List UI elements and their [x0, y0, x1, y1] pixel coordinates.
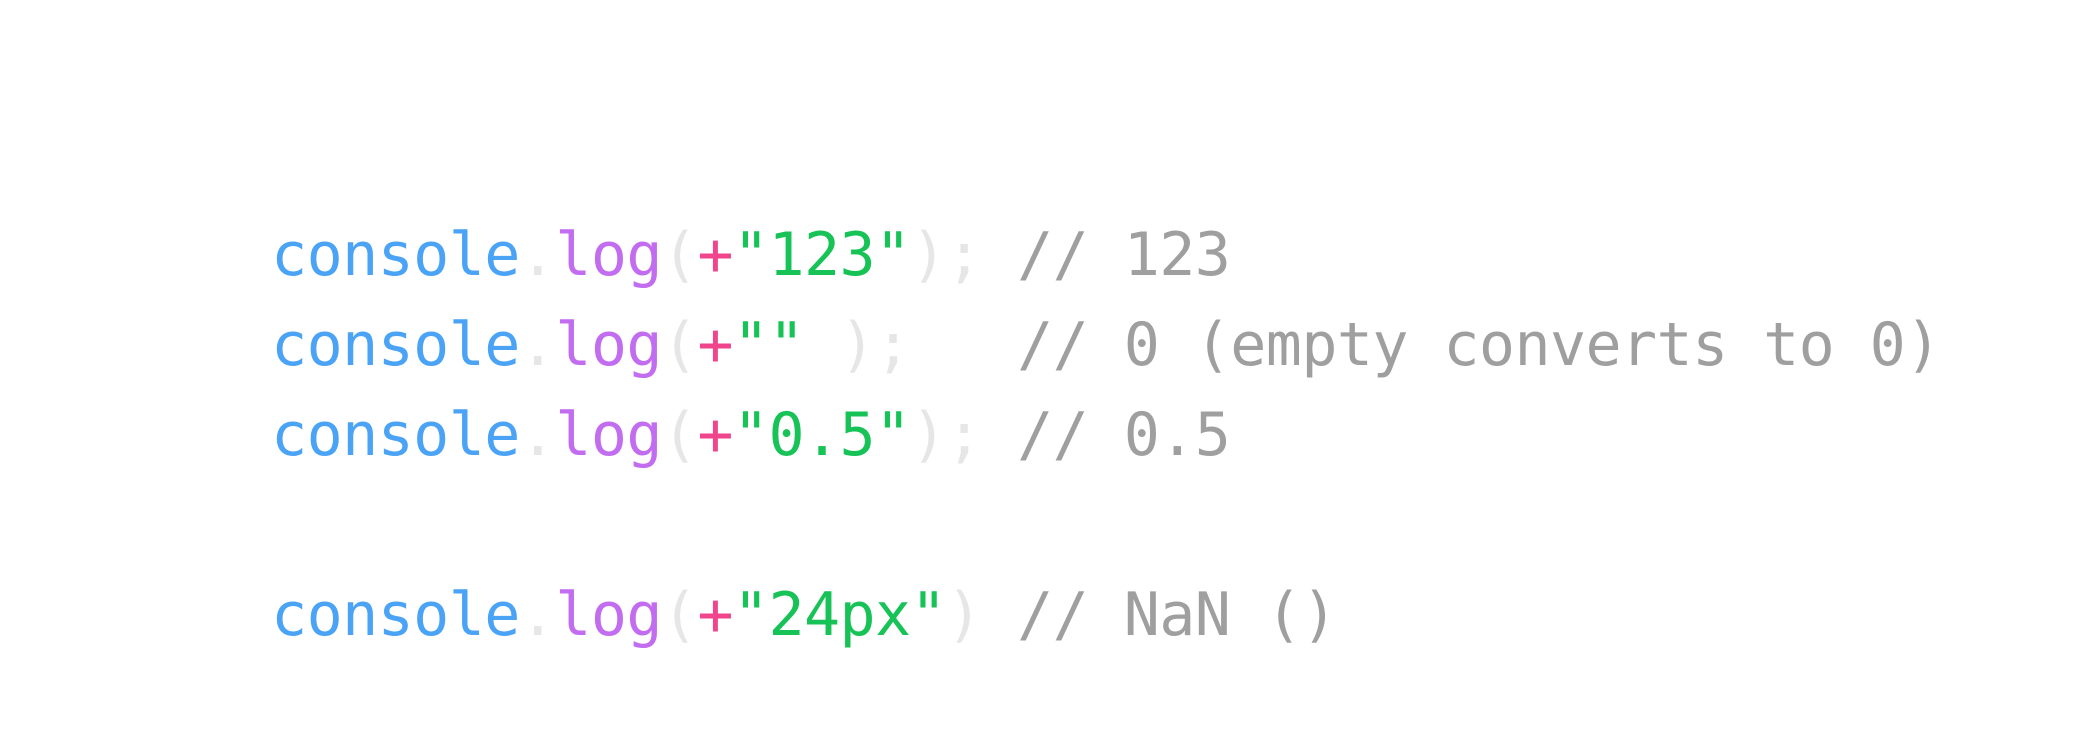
method-token: log — [555, 400, 662, 470]
string-token: "0.5" — [732, 400, 911, 470]
code-line-1: console.log(+"123"); // 123 — [129, 135, 1231, 290]
object-token: console — [271, 400, 520, 470]
operator-token: + — [697, 400, 733, 470]
method-token: log — [555, 580, 662, 650]
punctuation-token: . — [519, 580, 556, 650]
operator-token: + — [697, 580, 733, 650]
code-line-4: console.log(+"24px") // NaN () — [129, 495, 1337, 650]
code-line-2: console.log(+"" ); // 0 (empty converts … — [129, 225, 1941, 380]
code-block: console.log(+"123"); // 123 console.log(… — [129, 135, 1941, 650]
object-token: console — [271, 580, 520, 650]
string-token: "24px" — [732, 580, 947, 650]
punctuation-token: . — [519, 400, 556, 470]
punctuation-token: ); — [910, 400, 983, 470]
comment-token: // 0.5 — [981, 400, 1231, 470]
punctuation-token: ) — [946, 580, 982, 650]
code-line-3: console.log(+"0.5"); // 0.5 — [129, 315, 1231, 470]
comment-token: // NaN () — [981, 580, 1337, 650]
punctuation-token: ( — [661, 400, 698, 470]
punctuation-token: ( — [661, 580, 698, 650]
